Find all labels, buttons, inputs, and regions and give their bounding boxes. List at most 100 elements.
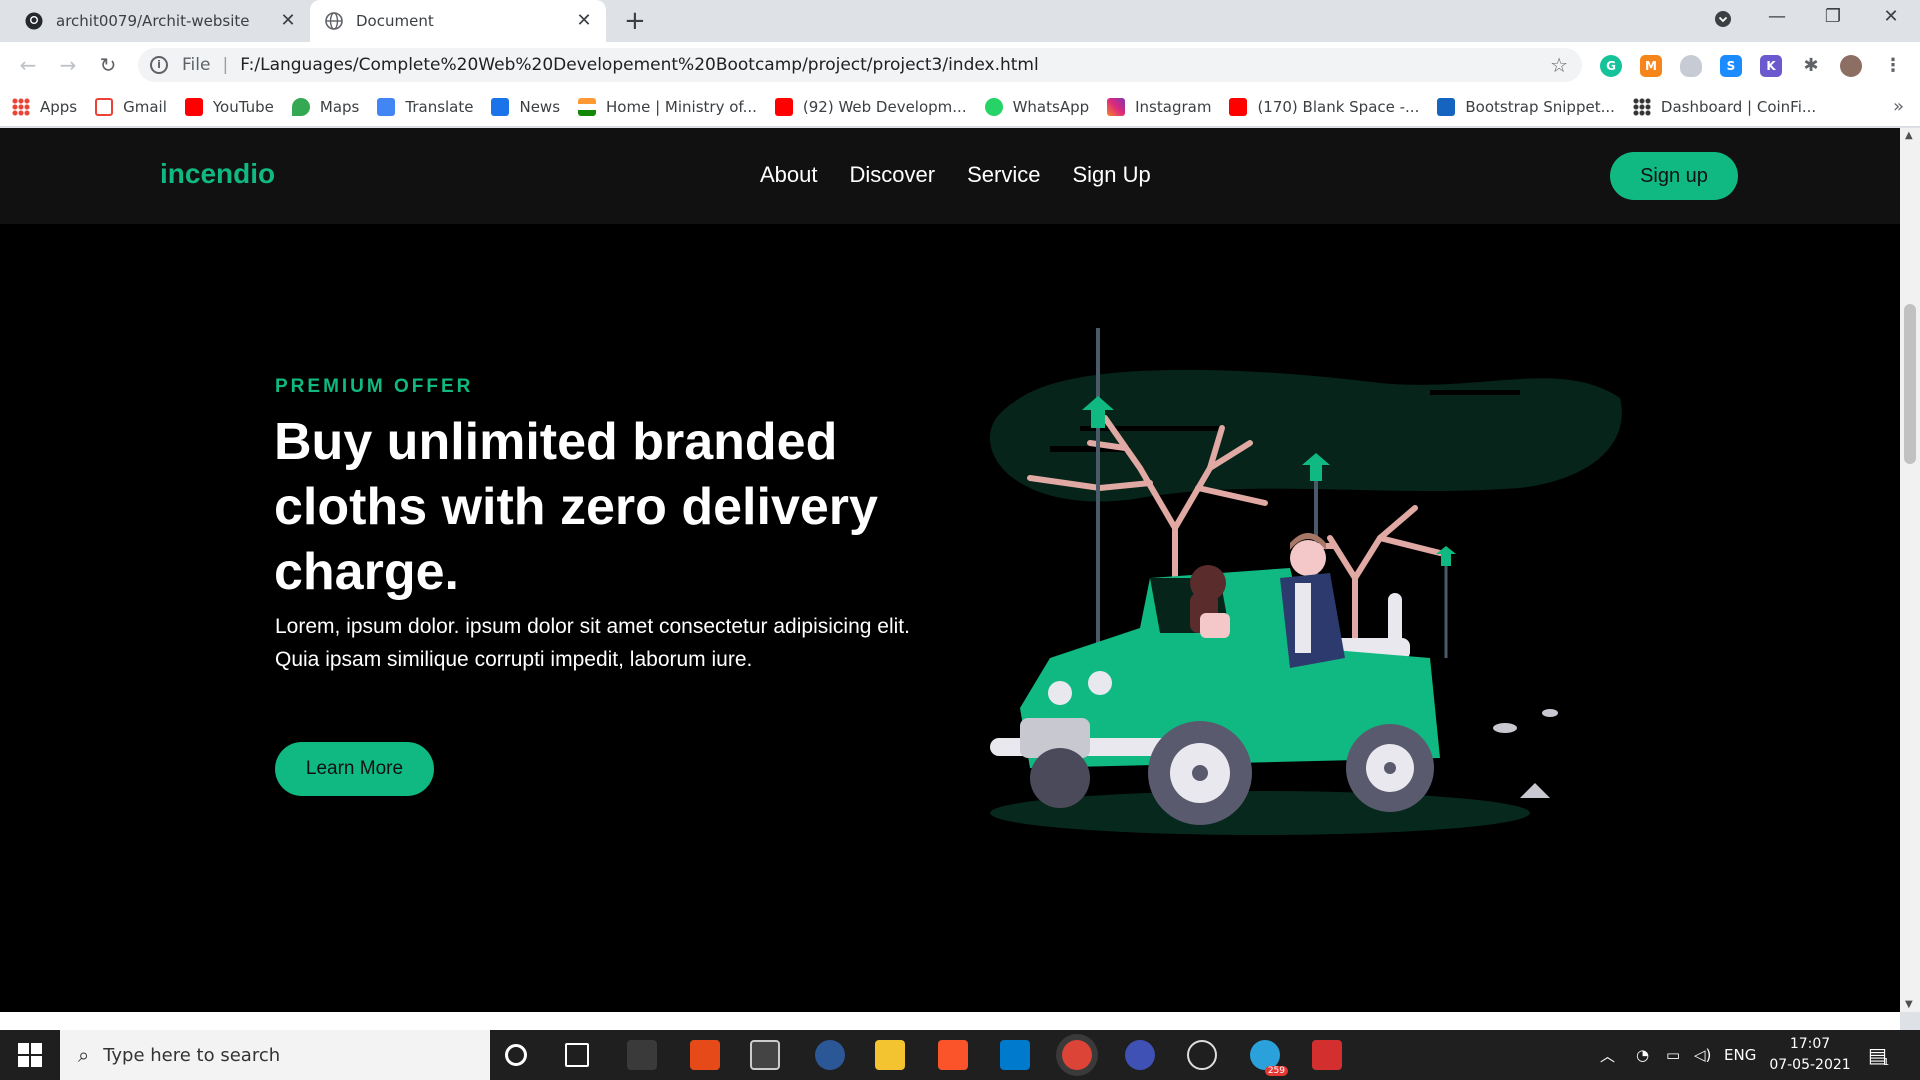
page-bottom-strip xyxy=(0,1012,1900,1030)
url-separator: | xyxy=(222,55,229,75)
back-icon[interactable]: ← xyxy=(14,51,42,79)
extensions-puzzle-icon[interactable]: ✱ xyxy=(1800,55,1822,77)
restore-icon[interactable]: ❐ xyxy=(1818,6,1848,27)
scroll-down-icon[interactable]: ▼ xyxy=(1905,999,1913,1010)
wifi-icon[interactable]: ◔ xyxy=(1636,1030,1649,1080)
bookmarks-bar: Apps Gmail YouTube Maps Translate News H… xyxy=(0,87,1920,127)
hero-description: Lorem, ipsum dolor. ipsum dolor sit amet… xyxy=(275,615,910,671)
bookmark-apps[interactable]: Apps xyxy=(12,97,78,116)
file-explorer-icon[interactable] xyxy=(875,1040,905,1070)
telegram-icon[interactable]: 259 xyxy=(1250,1040,1288,1076)
tab-search-icon[interactable] xyxy=(1708,10,1738,33)
acer-app-icon[interactable] xyxy=(627,1040,657,1070)
bookmark-translate[interactable]: Translate xyxy=(377,97,473,116)
bookmark-news[interactable]: News xyxy=(491,97,560,116)
bookmark-label: Apps xyxy=(40,97,78,116)
windows-taskbar: ⌕ Type here to search 259 ︿ ◔ ▭ ◁) ENG 1… xyxy=(0,1030,1920,1080)
bookmark-gmail[interactable]: Gmail xyxy=(95,97,167,116)
bookmark-bootstrap[interactable]: Bootstrap Snippet... xyxy=(1437,97,1615,116)
signup-button[interactable]: Sign up xyxy=(1610,152,1738,200)
metamask-icon[interactable]: M xyxy=(1640,55,1662,77)
bookmark-ministry[interactable]: Home | Ministry of... xyxy=(578,97,757,116)
youtube-icon xyxy=(1229,97,1248,116)
terminal-icon[interactable] xyxy=(750,1040,780,1070)
youtube-icon xyxy=(774,97,793,116)
bookmark-blank-space[interactable]: (170) Blank Space -... xyxy=(1229,97,1420,116)
vertical-scrollbar[interactable]: ▲ ▼ xyxy=(1900,128,1920,1012)
shield-icon[interactable] xyxy=(1680,55,1702,77)
telegram-badge: 259 xyxy=(1264,1066,1288,1076)
minimize-icon[interactable]: — xyxy=(1762,6,1792,27)
k-extension-icon[interactable]: K xyxy=(1760,55,1782,77)
bookmark-whatsapp[interactable]: WhatsApp xyxy=(984,97,1089,116)
nav-discover[interactable]: Discover xyxy=(850,162,936,188)
browser-toolbar: ← → ↻ i File | F:/Languages/Complete%20W… xyxy=(0,42,1920,87)
reload-icon[interactable]: ↻ xyxy=(94,51,122,79)
volume-icon[interactable]: ◁) xyxy=(1694,1030,1711,1080)
taskbar-search[interactable]: ⌕ Type here to search xyxy=(60,1030,490,1080)
bookmark-label: (170) Blank Space -... xyxy=(1257,97,1420,116)
profile-avatar[interactable] xyxy=(1840,55,1862,77)
tab-document[interactable]: Document ✕ xyxy=(310,0,606,42)
close-tab-icon[interactable]: ✕ xyxy=(278,11,298,31)
s-extension-icon[interactable]: S xyxy=(1720,55,1742,77)
tab-title: archit0079/Archit-website xyxy=(56,12,250,30)
grammarly-icon[interactable]: G xyxy=(1600,55,1622,77)
nav-about[interactable]: About xyxy=(760,162,818,188)
pdf-reader-icon[interactable] xyxy=(1312,1040,1342,1070)
bookmark-maps[interactable]: Maps xyxy=(291,97,359,116)
site-logo[interactable]: incendio xyxy=(160,158,275,190)
bookmark-web-dev[interactable]: (92) Web Developm... xyxy=(774,97,967,116)
task-view-icon[interactable] xyxy=(565,1043,589,1067)
bookmark-star-icon[interactable]: ☆ xyxy=(1550,53,1568,77)
app-icon[interactable] xyxy=(1125,1040,1155,1070)
notification-icon[interactable]: ▤ 1 xyxy=(1868,1030,1889,1080)
clock-time: 17:07 xyxy=(1789,1036,1831,1052)
browser-app-icon[interactable] xyxy=(815,1040,845,1070)
bookmark-label: Home | Ministry of... xyxy=(606,97,757,116)
new-tab-button[interactable]: + xyxy=(624,8,646,34)
url-text[interactable]: F:/Languages/Complete%20Web%20Developeme… xyxy=(240,55,1039,75)
info-icon[interactable]: i xyxy=(150,56,168,74)
web-page: incendio About Discover Service Sign Up … xyxy=(0,128,1900,1012)
cortana-icon[interactable] xyxy=(505,1044,527,1066)
brave-icon[interactable] xyxy=(938,1040,968,1070)
taskbar-search-placeholder: Type here to search xyxy=(103,1044,281,1066)
hero-title: Buy unlimited branded cloths with zero d… xyxy=(274,413,878,601)
bookmark-instagram[interactable]: Instagram xyxy=(1107,97,1212,116)
clock[interactable]: 17:07 07-05-2021 xyxy=(1760,1034,1860,1076)
bookmark-label: Instagram xyxy=(1135,97,1212,116)
scrollbar-thumb[interactable] xyxy=(1904,304,1916,464)
address-bar[interactable]: i File | F:/Languages/Complete%20Web%20D… xyxy=(138,48,1582,82)
bookmark-label: (92) Web Developm... xyxy=(802,97,967,116)
close-window-icon[interactable]: ✕ xyxy=(1876,6,1906,27)
forward-icon[interactable]: → xyxy=(54,51,82,79)
bookmark-label: Gmail xyxy=(123,97,167,116)
battery-icon[interactable]: ▭ xyxy=(1666,1030,1680,1080)
clock-date: 07-05-2021 xyxy=(1769,1057,1851,1073)
nav-service[interactable]: Service xyxy=(967,162,1040,188)
show-hidden-icons[interactable]: ︿ xyxy=(1600,1030,1615,1080)
india-flag-icon xyxy=(578,97,597,116)
learn-more-button[interactable]: Learn More xyxy=(275,742,434,796)
youtube-icon xyxy=(184,97,203,116)
language-indicator[interactable]: ENG xyxy=(1724,1030,1756,1080)
maps-icon xyxy=(291,97,310,116)
more-bookmarks-icon[interactable]: » xyxy=(1893,96,1904,117)
windows-start-icon[interactable] xyxy=(0,1030,60,1080)
menu-kebab-icon[interactable]: ⋮ xyxy=(1882,55,1904,77)
bookmark-label: Dashboard | CoinFi... xyxy=(1660,97,1817,116)
nav-sign-up[interactable]: Sign Up xyxy=(1072,162,1150,188)
bookmark-coinfi[interactable]: Dashboard | CoinFi... xyxy=(1632,97,1817,116)
scroll-up-icon[interactable]: ▲ xyxy=(1905,130,1913,141)
close-tab-icon[interactable]: ✕ xyxy=(574,11,594,31)
chrome-icon[interactable] xyxy=(1062,1040,1092,1070)
tab-github[interactable]: archit0079/Archit-website ✕ xyxy=(0,0,310,42)
bookmark-youtube[interactable]: YouTube xyxy=(184,97,274,116)
vscode-icon[interactable] xyxy=(1000,1040,1030,1070)
tab-strip: archit0079/Archit-website ✕ Document ✕ +… xyxy=(0,0,1920,42)
whatsapp-icon xyxy=(984,97,1003,116)
notification-count: 1 xyxy=(1882,1056,1890,1068)
office-icon[interactable] xyxy=(690,1040,720,1070)
obs-icon[interactable] xyxy=(1187,1040,1217,1070)
